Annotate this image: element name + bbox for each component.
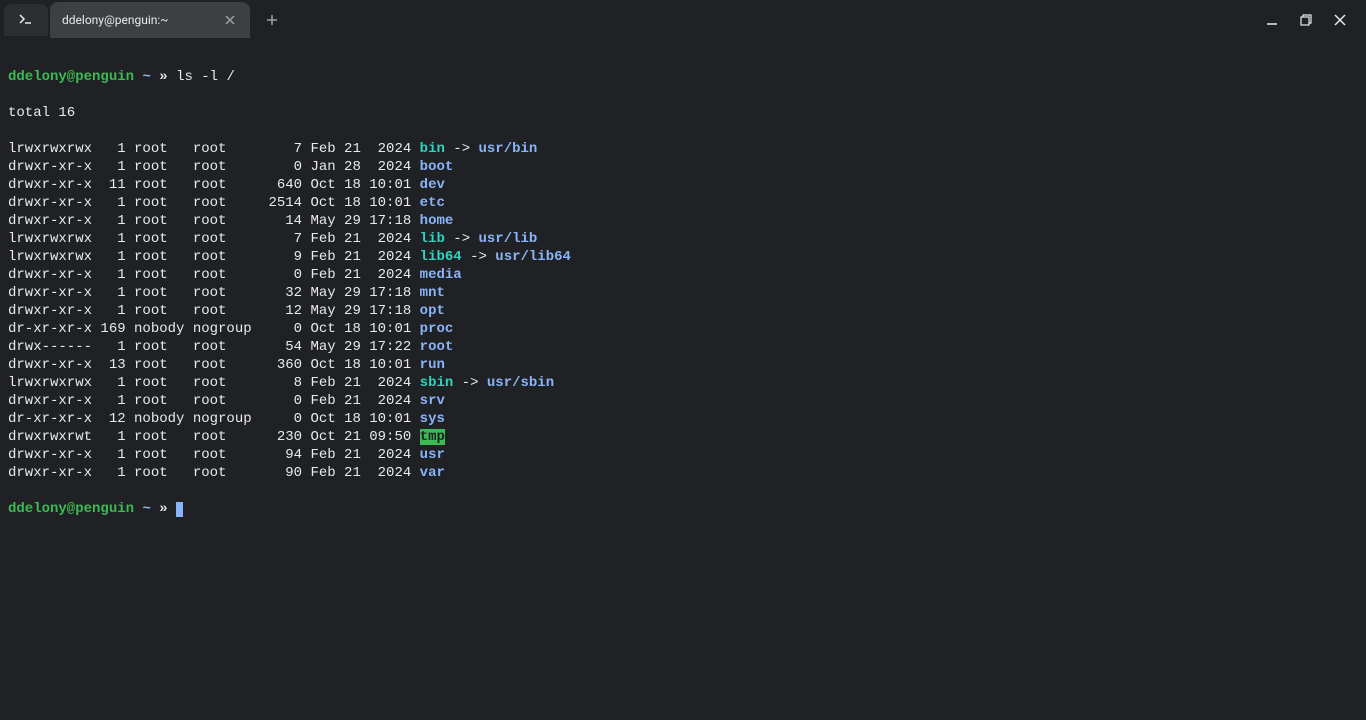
listing-row: lrwxrwxrwx 1 root root 7 Feb 21 2024 lib… xyxy=(8,230,1358,248)
prompt-user: ddelony@penguin xyxy=(8,69,134,85)
prompt-user: ddelony@penguin xyxy=(8,501,134,517)
listing-row: drwxrwxrwt 1 root root 230 Oct 21 09:50 … xyxy=(8,428,1358,446)
listing-name: run xyxy=(420,357,445,373)
listing-name: lib xyxy=(420,231,445,247)
listing-row: lrwxrwxrwx 1 root root 9 Feb 21 2024 lib… xyxy=(8,248,1358,266)
listing-row: dr-xr-xr-x 169 nobody nogroup 0 Oct 18 1… xyxy=(8,320,1358,338)
close-icon xyxy=(225,15,235,25)
listing-name: srv xyxy=(420,393,445,409)
listing-meta: lrwxrwxrwx 1 root root 7 Feb 21 2024 xyxy=(8,231,420,247)
listing-meta: dr-xr-xr-x 12 nobody nogroup 0 Oct 18 10… xyxy=(8,411,420,427)
prompt-line: ddelony@penguin ~ » ls -l / xyxy=(8,68,1358,86)
total-line: total 16 xyxy=(8,104,1358,122)
listing-name: mnt xyxy=(420,285,445,301)
symlink-arrow: -> xyxy=(445,231,479,247)
tab-active[interactable]: ddelony@penguin:~ xyxy=(50,2,250,38)
listing-row: drwx------ 1 root root 54 May 29 17:22 r… xyxy=(8,338,1358,356)
listing-meta: drwxr-xr-x 1 root root 14 May 29 17:18 xyxy=(8,213,420,229)
listing-row: drwxr-xr-x 1 root root 0 Jan 28 2024 boo… xyxy=(8,158,1358,176)
prompt-path: ~ xyxy=(142,501,150,517)
listing-name: etc xyxy=(420,195,445,211)
symlink-target: usr/sbin xyxy=(487,375,554,391)
listing-container: lrwxrwxrwx 1 root root 7 Feb 21 2024 bin… xyxy=(8,140,1358,482)
command-text: ls -l / xyxy=(176,69,235,85)
listing-row: drwxr-xr-x 1 root root 32 May 29 17:18 m… xyxy=(8,284,1358,302)
prompt-arrow: » xyxy=(159,501,167,517)
terminal-launcher-icon[interactable] xyxy=(4,4,48,36)
listing-meta: drwx------ 1 root root 54 May 29 17:22 xyxy=(8,339,420,355)
listing-meta: drwxr-xr-x 13 root root 360 Oct 18 10:01 xyxy=(8,357,420,373)
maximize-button[interactable] xyxy=(1298,12,1314,28)
prompt-line-2: ddelony@penguin ~ » xyxy=(8,500,1358,518)
listing-meta: drwxr-xr-x 1 root root 90 Feb 21 2024 xyxy=(8,465,420,481)
listing-name: sbin xyxy=(420,375,454,391)
listing-name: bin xyxy=(420,141,445,157)
listing-meta: dr-xr-xr-x 169 nobody nogroup 0 Oct 18 1… xyxy=(8,321,420,337)
listing-row: drwxr-xr-x 1 root root 94 Feb 21 2024 us… xyxy=(8,446,1358,464)
listing-name: dev xyxy=(420,177,445,193)
listing-meta: drwxr-xr-x 11 root root 640 Oct 18 10:01 xyxy=(8,177,420,193)
listing-row: drwxr-xr-x 1 root root 0 Feb 21 2024 srv xyxy=(8,392,1358,410)
listing-name: opt xyxy=(420,303,445,319)
new-tab-button[interactable] xyxy=(258,6,286,34)
listing-meta: drwxrwxrwt 1 root root 230 Oct 21 09:50 xyxy=(8,429,420,445)
symlink-target: usr/lib64 xyxy=(495,249,571,265)
window-controls xyxy=(1264,12,1362,28)
listing-name: proc xyxy=(420,321,454,337)
plus-icon xyxy=(266,14,278,26)
listing-row: lrwxrwxrwx 1 root root 8 Feb 21 2024 sbi… xyxy=(8,374,1358,392)
terminal-output[interactable]: ddelony@penguin ~ » ls -l / total 16 lrw… xyxy=(0,40,1366,546)
cursor xyxy=(176,502,183,517)
listing-row: drwxr-xr-x 1 root root 2514 Oct 18 10:01… xyxy=(8,194,1358,212)
listing-meta: drwxr-xr-x 1 root root 0 Jan 28 2024 xyxy=(8,159,420,175)
listing-meta: drwxr-xr-x 1 root root 94 Feb 21 2024 xyxy=(8,447,420,463)
tab-group: ddelony@penguin:~ xyxy=(4,0,286,40)
listing-meta: drwxr-xr-x 1 root root 32 May 29 17:18 xyxy=(8,285,420,301)
tab-close-button[interactable] xyxy=(222,12,238,28)
symlink-target: usr/bin xyxy=(479,141,538,157)
listing-meta: drwxr-xr-x 1 root root 12 May 29 17:18 xyxy=(8,303,420,319)
listing-name: root xyxy=(420,339,454,355)
listing-row: drwxr-xr-x 1 root root 90 Feb 21 2024 va… xyxy=(8,464,1358,482)
listing-row: dr-xr-xr-x 12 nobody nogroup 0 Oct 18 10… xyxy=(8,410,1358,428)
listing-name: media xyxy=(420,267,462,283)
titlebar: ddelony@penguin:~ xyxy=(0,0,1366,40)
minimize-button[interactable] xyxy=(1264,12,1280,28)
close-icon xyxy=(1334,14,1346,26)
listing-meta: lrwxrwxrwx 1 root root 7 Feb 21 2024 xyxy=(8,141,420,157)
listing-row: drwxr-xr-x 1 root root 0 Feb 21 2024 med… xyxy=(8,266,1358,284)
tab-title: ddelony@penguin:~ xyxy=(62,13,168,27)
listing-name: lib64 xyxy=(420,249,462,265)
listing-meta: lrwxrwxrwx 1 root root 9 Feb 21 2024 xyxy=(8,249,420,265)
maximize-icon xyxy=(1300,14,1312,26)
close-button[interactable] xyxy=(1332,12,1348,28)
prompt-icon xyxy=(18,12,34,28)
listing-meta: drwxr-xr-x 1 root root 2514 Oct 18 10:01 xyxy=(8,195,420,211)
listing-name: tmp xyxy=(420,429,445,445)
symlink-arrow: -> xyxy=(445,141,479,157)
listing-name: var xyxy=(420,465,445,481)
listing-name: home xyxy=(420,213,454,229)
prompt-arrow: » xyxy=(159,69,167,85)
listing-row: drwxr-xr-x 11 root root 640 Oct 18 10:01… xyxy=(8,176,1358,194)
listing-row: drwxr-xr-x 13 root root 360 Oct 18 10:01… xyxy=(8,356,1358,374)
symlink-target: usr/lib xyxy=(479,231,538,247)
listing-row: lrwxrwxrwx 1 root root 7 Feb 21 2024 bin… xyxy=(8,140,1358,158)
listing-meta: lrwxrwxrwx 1 root root 8 Feb 21 2024 xyxy=(8,375,420,391)
minimize-icon xyxy=(1266,14,1278,26)
symlink-arrow: -> xyxy=(462,249,496,265)
listing-meta: drwxr-xr-x 1 root root 0 Feb 21 2024 xyxy=(8,393,420,409)
symlink-arrow: -> xyxy=(453,375,487,391)
prompt-path: ~ xyxy=(142,69,150,85)
listing-row: drwxr-xr-x 1 root root 12 May 29 17:18 o… xyxy=(8,302,1358,320)
listing-name: boot xyxy=(420,159,454,175)
listing-meta: drwxr-xr-x 1 root root 0 Feb 21 2024 xyxy=(8,267,420,283)
listing-name: usr xyxy=(420,447,445,463)
listing-name: sys xyxy=(420,411,445,427)
listing-row: drwxr-xr-x 1 root root 14 May 29 17:18 h… xyxy=(8,212,1358,230)
